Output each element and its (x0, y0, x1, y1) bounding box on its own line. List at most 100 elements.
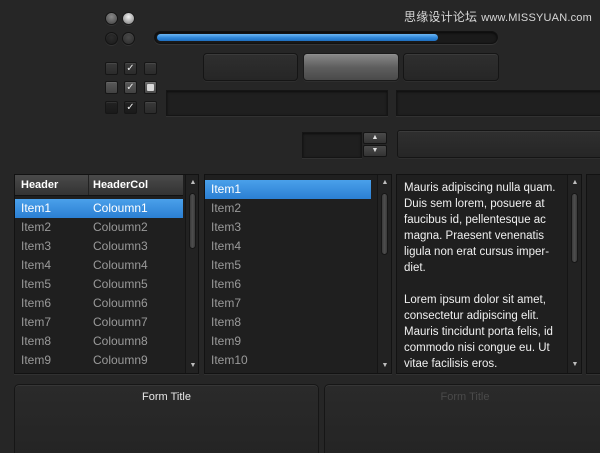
table-row[interactable]: Item7 Coloumn7 (15, 313, 183, 332)
down-arrow-icon: ▼ (371, 147, 379, 154)
scroll-down-arrow-icon[interactable]: ▼ (186, 361, 198, 371)
progress-fill (157, 34, 438, 41)
list-item-label: Item1 (211, 182, 242, 196)
scroll-up-arrow-icon[interactable]: ▲ (186, 178, 198, 188)
checkbox-1[interactable] (105, 62, 118, 75)
scroll-thumb[interactable] (381, 193, 388, 255)
checkbox-8-checked[interactable]: ✓ (124, 101, 137, 114)
spinner-down-button[interactable]: ▼ (363, 145, 387, 157)
scroll-up-arrow-icon[interactable]: ▲ (568, 178, 582, 188)
spinner-up-button[interactable]: ▲ (363, 132, 387, 144)
list-scrollbar[interactable]: ▲ ▼ (377, 175, 391, 373)
table-cell-column: Coloumn1 (93, 201, 148, 215)
table-cell-item: Item2 (21, 220, 52, 234)
table-header-col-1[interactable]: Header (21, 179, 58, 191)
table-row[interactable]: Item4 Coloumn4 (15, 256, 183, 275)
radio-button-2-selected[interactable] (122, 12, 135, 25)
spinner-input[interactable] (302, 132, 362, 158)
text-field-2[interactable] (396, 90, 600, 116)
list-item-label: Item6 (211, 277, 242, 291)
table-cell-item: Item1 (21, 201, 52, 215)
watermark-cn: 思缘设计论坛 (404, 10, 478, 24)
form-title: Form Title (142, 391, 191, 403)
checkbox-9[interactable] (144, 101, 157, 114)
textarea-paragraph-1: Mauris adipiscing nulla quam. Duis sem l… (404, 182, 556, 274)
scroll-thumb[interactable] (571, 193, 578, 263)
table-cell-column: Coloumn5 (93, 277, 148, 291)
button-normal[interactable] (203, 53, 298, 81)
check-icon: ✓ (126, 82, 135, 93)
list-item[interactable]: Item6 (205, 275, 371, 294)
form-panel-inactive: Form Title (324, 384, 600, 453)
list-item[interactable]: Item4 (205, 237, 371, 256)
table-cell-column: Coloumn2 (93, 220, 148, 234)
scroll-up-arrow-icon[interactable]: ▲ (378, 178, 391, 188)
list-item[interactable]: Item2 (205, 199, 371, 218)
list-item-label: Item7 (211, 296, 242, 310)
partial-panel-edge (586, 174, 600, 374)
data-table: Header HeaderCol Item1 Coloumn1 Item2 Colou… (14, 174, 199, 374)
button-normal-2[interactable] (403, 53, 499, 81)
radio-button-4[interactable] (122, 32, 135, 45)
table-row[interactable]: Item2 Coloumn2 (15, 218, 183, 237)
table-cell-item: Item4 (21, 258, 52, 272)
checkbox-4[interactable] (105, 81, 118, 94)
watermark: 思缘设计论坛 www.MISSYUAN.com (404, 8, 592, 25)
list-item-label: Item10 (211, 353, 248, 367)
radio-button-3[interactable] (105, 32, 118, 45)
list-item-label: Item5 (211, 258, 242, 272)
text-field-1[interactable] (166, 90, 388, 116)
list-item-label: Item3 (211, 220, 242, 234)
table-row[interactable]: Item6 Coloumn6 (15, 294, 183, 313)
up-arrow-icon: ▲ (371, 134, 379, 141)
list-item[interactable]: Item1 (205, 180, 371, 199)
form-title-inactive: Form Title (440, 391, 490, 403)
form-panel-active: Form Title (14, 384, 319, 453)
table-header-col-2[interactable]: HeaderCol (93, 179, 148, 191)
list-item[interactable]: Item3 (205, 218, 371, 237)
textarea-paragraph-2: Lorem ipsum dolor sit amet, consectetur … (404, 294, 553, 370)
table-row[interactable]: Item3 Coloumn3 (15, 237, 183, 256)
table-cell-item: Item6 (21, 296, 52, 310)
scroll-thumb[interactable] (189, 193, 196, 249)
scroll-down-arrow-icon[interactable]: ▼ (378, 361, 391, 371)
list-item-label: Item8 (211, 315, 242, 329)
list-item[interactable]: Item8 (205, 313, 371, 332)
check-icon: ✓ (126, 102, 135, 113)
list-item[interactable]: Item7 (205, 294, 371, 313)
textarea-scrollbar[interactable]: ▲ ▼ (567, 175, 581, 373)
list-item[interactable]: Item5 (205, 256, 371, 275)
list-item[interactable]: Item9 (205, 332, 371, 351)
radio-button-1[interactable] (105, 12, 118, 25)
progress-bar (154, 31, 498, 44)
table-cell-item: Item5 (21, 277, 52, 291)
checkbox-7[interactable] (105, 101, 118, 114)
list-item-label: Item4 (211, 239, 242, 253)
table-row[interactable]: Item9 Coloumn9 (15, 351, 183, 370)
checkbox-2-checked[interactable]: ✓ (124, 62, 137, 75)
table-row[interactable]: Item8 Coloumn8 (15, 332, 183, 351)
table-cell-column: Coloumn6 (93, 296, 148, 310)
checkbox-3[interactable] (144, 62, 157, 75)
list-item[interactable]: Item10 (205, 351, 371, 370)
table-cell-item: Item9 (21, 353, 52, 367)
table-cell-column: Coloumn7 (93, 315, 148, 329)
textarea-content: Mauris adipiscing nulla quam. Duis sem l… (404, 180, 562, 388)
table-cell-column: Coloumn8 (93, 334, 148, 348)
checkbox-5-checked[interactable]: ✓ (124, 81, 137, 94)
watermark-site: www.MISSYUAN.com (481, 12, 592, 24)
check-icon: ✓ (126, 63, 135, 74)
checkbox-6-indeterminate[interactable] (144, 81, 157, 94)
table-cell-column: Coloumn4 (93, 258, 148, 272)
table-cell-item: Item8 (21, 334, 52, 348)
combo-box[interactable] (397, 130, 600, 158)
list-box: Item1 Item2 Item3 Item4 Item5 Item6 Item7 Item8… (204, 174, 392, 374)
table-row[interactable]: Item5 Coloumn5 (15, 275, 183, 294)
table-scrollbar[interactable]: ▲ ▼ (185, 175, 198, 373)
button-hover[interactable] (303, 53, 399, 81)
table-cell-item: Item3 (21, 239, 52, 253)
scroll-down-arrow-icon[interactable]: ▼ (568, 360, 582, 370)
table-row[interactable]: Item1 Coloumn1 (15, 199, 183, 218)
list-item-label: Item9 (211, 334, 242, 348)
table-cell-item: Item7 (21, 315, 52, 329)
